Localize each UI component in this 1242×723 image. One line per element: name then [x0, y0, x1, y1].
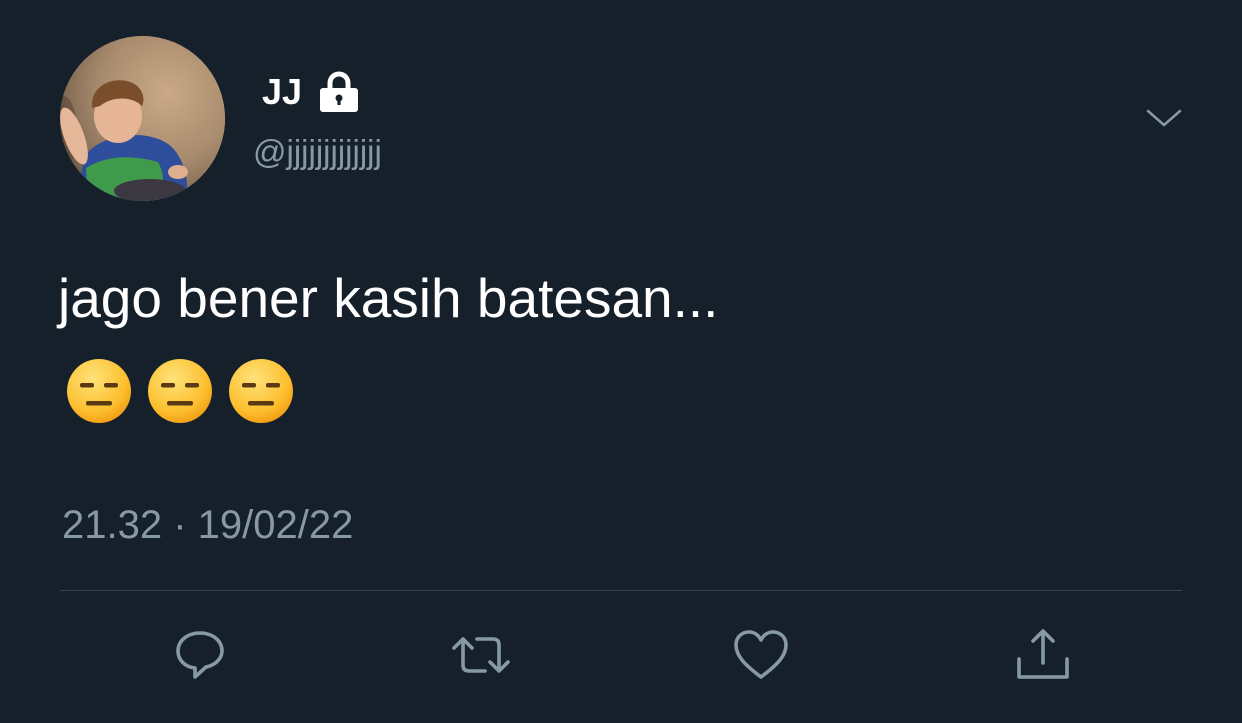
- expressionless-face-emoji: [67, 359, 131, 423]
- expressionless-face-emoji: [229, 359, 293, 423]
- divider: [60, 590, 1182, 591]
- like-button[interactable]: [728, 622, 794, 688]
- reply-button[interactable]: [167, 622, 233, 688]
- heart-icon: [734, 630, 788, 679]
- tweet-timestamp[interactable]: 21.32 · 19/02/22: [62, 500, 353, 550]
- lock-icon: [316, 69, 362, 115]
- author-name-row: JJ: [262, 68, 362, 116]
- more-options-button[interactable]: [1144, 102, 1184, 134]
- tweet-text: jago bener kasih batesan...: [58, 267, 719, 329]
- avatar[interactable]: [60, 36, 225, 201]
- expressionless-face-emoji: [148, 359, 212, 423]
- chevron-down-icon: [1146, 109, 1182, 127]
- reply-icon: [176, 631, 224, 679]
- share-button[interactable]: [1010, 622, 1076, 688]
- avatar-image: [60, 36, 225, 201]
- share-icon: [1017, 629, 1069, 679]
- retweet-button[interactable]: [448, 622, 514, 688]
- retweet-icon: [452, 637, 510, 673]
- display-name[interactable]: JJ: [262, 68, 302, 116]
- emoji-row: [66, 358, 294, 424]
- author-handle[interactable]: @jjjjjjjjjjjjj: [253, 130, 382, 174]
